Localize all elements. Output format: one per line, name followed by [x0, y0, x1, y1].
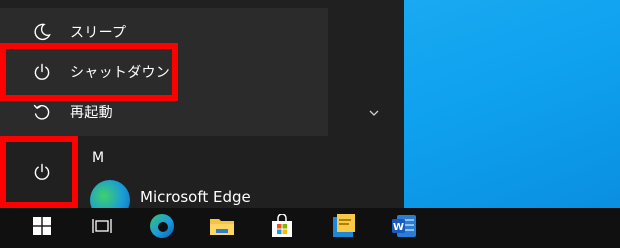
desktop-wallpaper — [404, 0, 620, 208]
screen: スリープ シャットダウン 再起動 M Microsoft Edge W — [0, 0, 620, 248]
taskbar: W — [0, 208, 620, 248]
restart-option-label: 再起動 — [70, 105, 113, 121]
sticky-notes-button[interactable] — [320, 208, 368, 248]
sleep-option-label: スリープ — [70, 25, 127, 41]
app-list-section-header[interactable]: M — [92, 150, 104, 166]
windows-logo-icon — [33, 217, 51, 239]
edge-taskbar-button[interactable] — [138, 208, 186, 248]
start-button[interactable] — [18, 208, 66, 248]
restart-icon — [32, 102, 52, 122]
chevron-down-icon[interactable] — [368, 104, 380, 116]
microsoft-store-button[interactable] — [258, 208, 306, 248]
moon-icon — [32, 22, 52, 42]
power-button-highlight-box — [0, 136, 78, 208]
folder-icon — [209, 215, 235, 241]
notes-icon — [331, 213, 357, 243]
shutdown-highlight-box — [0, 43, 178, 101]
edge-icon — [90, 180, 130, 208]
edge-icon — [149, 213, 175, 243]
task-view-button[interactable] — [78, 208, 126, 248]
word-icon: W — [391, 214, 417, 242]
store-bag-icon — [270, 213, 294, 242]
app-list-item-label: Microsoft Edge — [140, 188, 251, 206]
app-list-item-edge[interactable]: Microsoft Edge — [90, 178, 390, 208]
word-button[interactable]: W — [380, 208, 428, 248]
task-view-icon — [92, 216, 112, 240]
svg-text:W: W — [393, 222, 404, 233]
file-explorer-button[interactable] — [198, 208, 246, 248]
